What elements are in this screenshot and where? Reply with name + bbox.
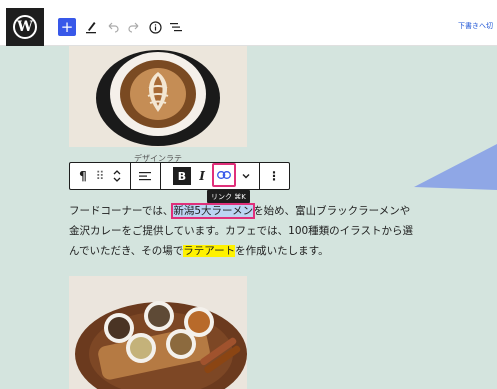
spices-image[interactable] [69, 276, 247, 389]
wordpress-logo[interactable]: W [6, 8, 44, 46]
annotation-pointer-shape [414, 144, 497, 190]
undo-icon[interactable] [106, 18, 120, 36]
list-view-icon[interactable] [169, 18, 183, 36]
editor-top-toolbar: W + 下書きへ切 [0, 0, 497, 46]
add-block-button[interactable]: + [58, 18, 76, 36]
editor-canvas: デザインラテ ¶ ⠿ B I ⋮ リンク ⌘K フードコーナーでは、新潟5大ラー… [0, 46, 497, 389]
redo-icon[interactable] [127, 18, 141, 36]
switch-to-draft-link[interactable]: 下書きへ切 [458, 21, 493, 31]
wordpress-icon: W [13, 15, 37, 39]
pen-icon[interactable] [84, 18, 98, 36]
info-icon[interactable] [148, 18, 162, 36]
